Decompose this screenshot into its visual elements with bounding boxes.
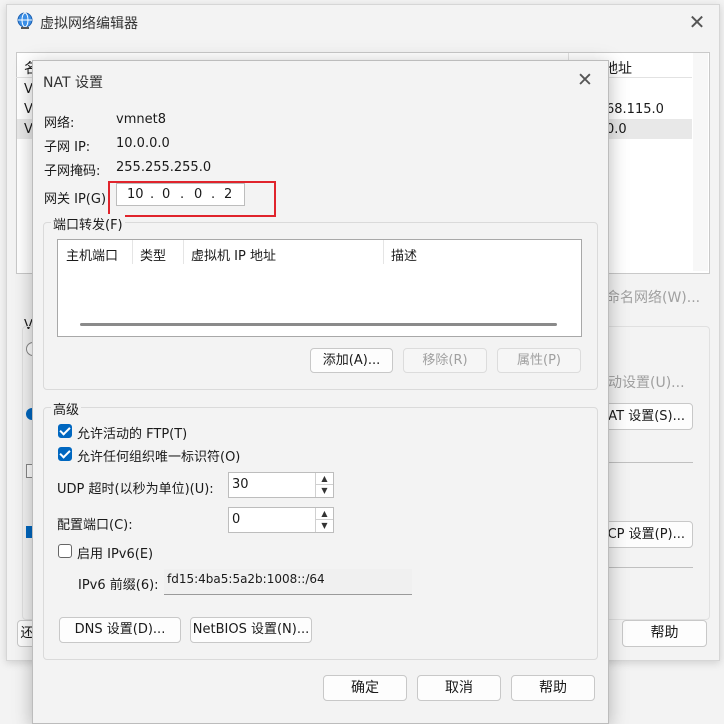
ipv6-prefix-value[interactable]: fd15:4ba5:5a2b:1008::/64 (167, 572, 325, 586)
col-divider (183, 240, 184, 264)
remove-port-button[interactable]: 移除(R) (403, 348, 487, 373)
main-close-icon[interactable]: ✕ (686, 11, 708, 33)
ipv6-prefix-label: IPv6 前缀(6): (78, 578, 159, 593)
dhcp-settings-button[interactable]: ICP 设置(P)... (596, 521, 693, 548)
dialog-title: NAT 设置 (43, 75, 103, 91)
dialog-close-icon[interactable]: ✕ (574, 69, 596, 91)
allow-oui-checkbox[interactable] (58, 447, 72, 461)
udp-timeout-value[interactable]: 30 (232, 477, 249, 492)
main-help-button[interactable]: 帮助 (622, 620, 707, 647)
ok-button[interactable]: 确定 (323, 675, 407, 701)
config-port-value[interactable]: 0 (232, 512, 240, 527)
horizontal-scrollbar[interactable] (80, 323, 557, 326)
add-port-button[interactable]: 添加(A)... (310, 348, 393, 373)
port-properties-button[interactable]: 属性(P) (497, 348, 581, 373)
right-divider (598, 462, 693, 463)
port-forwarding-legend: 端口转发(F) (51, 214, 125, 233)
subnet-ip-value: 10.0.0.0 (116, 136, 170, 151)
udp-timeout-label: UDP 超时(以秒为单位)(U): (57, 482, 214, 497)
network-label: 网络: (44, 116, 75, 131)
nat-settings-button[interactable]: AT 设置(S)... (596, 403, 693, 430)
right-divider-lower (598, 567, 693, 568)
col-header-description[interactable]: 描述 (391, 245, 417, 264)
col-header-host-port[interactable]: 主机端口 (66, 245, 118, 264)
cancel-button[interactable]: 取消 (417, 675, 501, 701)
allow-ftp-checkbox[interactable] (58, 424, 72, 438)
col-divider (132, 240, 133, 264)
netbios-settings-button[interactable]: NetBIOS 设置(N)... (190, 617, 312, 643)
allow-oui-label[interactable]: 允许任何组织唯一标识符(O) (77, 446, 240, 465)
allow-ftp-label[interactable]: 允许活动的 FTP(T) (77, 423, 187, 442)
subnet-mask-label: 子网掩码: (44, 164, 101, 179)
main-window-title: 虚拟网络编辑器 (40, 16, 138, 32)
globe-icon (16, 12, 34, 30)
table-scrollbar[interactable] (693, 53, 708, 271)
col-header-type[interactable]: 类型 (140, 245, 166, 264)
stepper-up-icon[interactable]: ▲ (315, 473, 333, 485)
gateway-label: 网关 IP(G) (44, 192, 107, 207)
config-port-stepper[interactable]: 0 ▲ ▼ (228, 507, 334, 533)
enable-ipv6-label[interactable]: 启用 IPv6(E) (77, 543, 153, 562)
stepper-down-icon[interactable]: ▼ (315, 520, 333, 532)
col-divider (383, 240, 384, 264)
highlight-box (108, 181, 276, 217)
subnet-ip-label: 子网 IP: (44, 140, 91, 155)
rename-network-button: 命名网络(W)... (606, 290, 701, 306)
table-row-subnet[interactable]: 68.115.0 (606, 102, 664, 117)
table-row-subnet[interactable]: 0.0 (606, 122, 627, 137)
dns-settings-button[interactable]: DNS 设置(D)... (59, 617, 181, 643)
enable-ipv6-checkbox[interactable] (58, 544, 72, 558)
network-value: vmnet8 (116, 112, 166, 127)
udp-timeout-stepper[interactable]: 30 ▲ ▼ (228, 472, 334, 498)
col-header-vm-ip[interactable]: 虚拟机 IP 地址 (191, 245, 276, 264)
help-button[interactable]: 帮助 (511, 675, 595, 701)
config-port-label: 配置端口(C): (57, 518, 133, 533)
auto-settings-button: 动设置(U)... (608, 375, 685, 391)
advanced-legend: 高级 (51, 399, 82, 418)
stepper-up-icon[interactable]: ▲ (315, 508, 333, 520)
stepper-down-icon[interactable]: ▼ (315, 485, 333, 497)
subnet-mask-value: 255.255.255.0 (116, 160, 212, 175)
